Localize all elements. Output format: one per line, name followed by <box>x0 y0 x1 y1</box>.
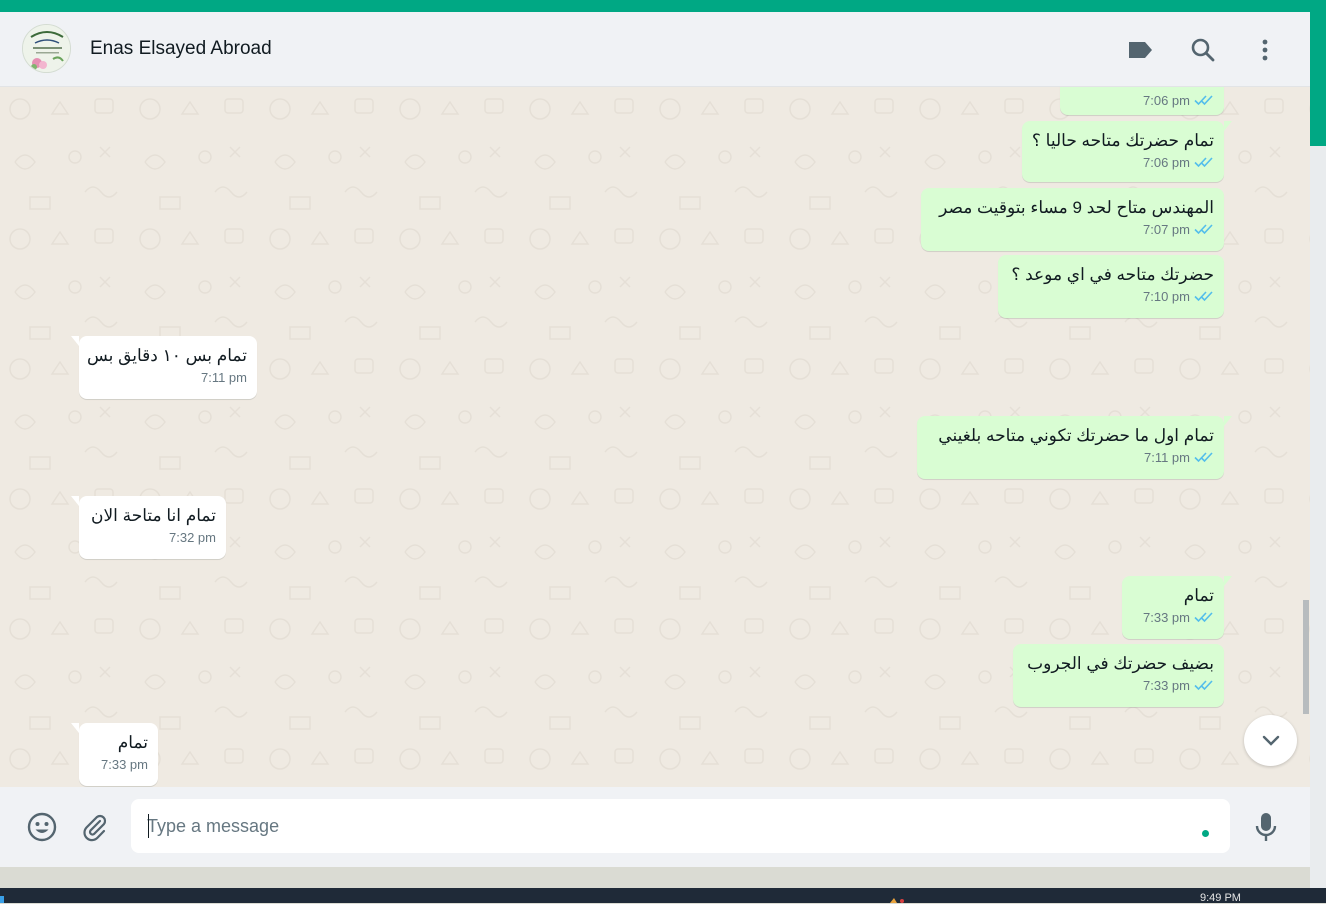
message-meta: 7:11 pm <box>929 450 1214 466</box>
message-time: 7:07 pm <box>1143 222 1190 237</box>
contact-name[interactable]: Enas Elsayed Abroad <box>90 38 272 60</box>
message-text: تمام اول ما حضرتك تكوني متاحه بلغيني <box>938 426 1214 445</box>
message-text: بضيف حضرتك في الجروب <box>1027 654 1214 673</box>
message-text: تمام <box>1183 586 1214 605</box>
message-meta: 7:11 pm <box>91 370 247 385</box>
read-ticks-icon <box>1194 451 1214 466</box>
composer-bar <box>0 787 1310 867</box>
message-text: تمام انا متاحة الان <box>90 506 216 525</box>
read-ticks-icon <box>1194 679 1214 694</box>
read-ticks-icon <box>1194 290 1214 305</box>
message-outgoing[interactable]: 7:06 pm <box>1060 87 1224 115</box>
message-time: 7:33 pm <box>1143 610 1190 625</box>
message-text: المهندس متاح لحد 9 مساء بتوقيت مصر <box>939 198 1214 217</box>
page-scroll-accent <box>1310 0 1326 146</box>
message-meta: 7:07 pm <box>933 222 1214 238</box>
message-outgoing[interactable]: تمام حضرتك متاحه حاليا ؟ 7:06 pm <box>1022 121 1232 182</box>
message-outgoing[interactable]: تمام 7:33 pm <box>1122 576 1232 639</box>
read-ticks-icon <box>1194 94 1214 109</box>
message-time: 7:11 pm <box>200 370 247 385</box>
message-meta: 7:33 pm <box>91 757 148 772</box>
message-time: 7:06 pm <box>1143 92 1190 108</box>
message-outgoing[interactable]: حضرتك متاحه في اي موعد ؟ 7:10 pm <box>998 255 1224 318</box>
message-text: حضرتك متاحه في اي موعد ؟ <box>1011 265 1214 284</box>
message-incoming[interactable]: تمام بس ١٠ دقايق بس 7:11 pm <box>71 336 257 399</box>
microphone-icon[interactable] <box>1248 809 1284 845</box>
message-time: 7:33 pm <box>1143 678 1190 693</box>
message-time: 7:06 pm <box>1143 155 1190 170</box>
message-time: 7:33 pm <box>101 757 148 772</box>
read-ticks-icon <box>1194 611 1214 626</box>
message-meta: 7:06 pm <box>1143 93 1214 109</box>
message-time: 7:11 pm <box>1143 450 1190 465</box>
menu-icon[interactable] <box>1249 34 1281 66</box>
os-taskbar: 9:49 PM <box>0 888 1326 904</box>
message-time: 7:32 pm <box>169 530 216 545</box>
message-meta: 7:32 pm <box>91 530 216 545</box>
taskbar-app-icon[interactable] <box>888 898 906 903</box>
message-meta: 7:33 pm <box>1134 610 1214 626</box>
start-button-icon[interactable] <box>0 896 4 903</box>
message-input-container[interactable] <box>131 799 1230 853</box>
message-meta: 7:10 pm <box>1010 289 1214 305</box>
message-meta: 7:06 pm <box>1034 155 1214 171</box>
message-input[interactable] <box>147 799 1187 853</box>
message-text: تمام <box>117 733 148 752</box>
text-caret <box>148 814 149 838</box>
status-dot-icon <box>1202 830 1209 837</box>
read-ticks-icon <box>1194 156 1214 171</box>
message-meta: 7:33 pm <box>1025 678 1214 694</box>
message-incoming[interactable]: تمام انا متاحة الان 7:32 pm <box>71 496 226 559</box>
chat-scrollbar-thumb[interactable] <box>1303 600 1309 714</box>
system-clock[interactable]: 9:49 PM <box>1200 893 1241 904</box>
message-text: تمام حضرتك متاحه حاليا ؟ <box>1031 131 1214 150</box>
message-time: 7:10 pm <box>1143 289 1190 304</box>
message-outgoing[interactable]: بضيف حضرتك في الجروب 7:33 pm <box>1013 644 1224 707</box>
message-list[interactable]: 7:06 pm تمام حضرتك متاحه حاليا ؟ 7:06 pm… <box>0 87 1310 787</box>
message-text: تمام بس ١٠ دقايق بس <box>86 346 247 365</box>
chevron-down-icon <box>1262 735 1279 746</box>
search-icon[interactable] <box>1187 34 1219 66</box>
scroll-to-bottom-button[interactable] <box>1244 715 1297 766</box>
message-outgoing[interactable]: المهندس متاح لحد 9 مساء بتوقيت مصر 7:07 … <box>921 188 1224 251</box>
message-outgoing[interactable]: تمام اول ما حضرتك تكوني متاحه بلغيني 7:1… <box>917 416 1232 479</box>
message-incoming[interactable]: تمام 7:33 pm <box>71 723 158 786</box>
chat-window: Enas Elsayed Abroad 7:06 pm تمام حضرتك م… <box>0 12 1310 867</box>
attach-icon[interactable] <box>76 809 112 845</box>
read-ticks-icon <box>1194 223 1214 238</box>
page-scroll-track[interactable] <box>1310 0 1326 888</box>
chat-header[interactable]: Enas Elsayed Abroad <box>0 12 1310 87</box>
avatar[interactable] <box>22 24 71 73</box>
label-icon[interactable] <box>1124 34 1156 66</box>
top-accent-bar <box>0 0 1310 12</box>
emoji-icon[interactable] <box>24 809 60 845</box>
